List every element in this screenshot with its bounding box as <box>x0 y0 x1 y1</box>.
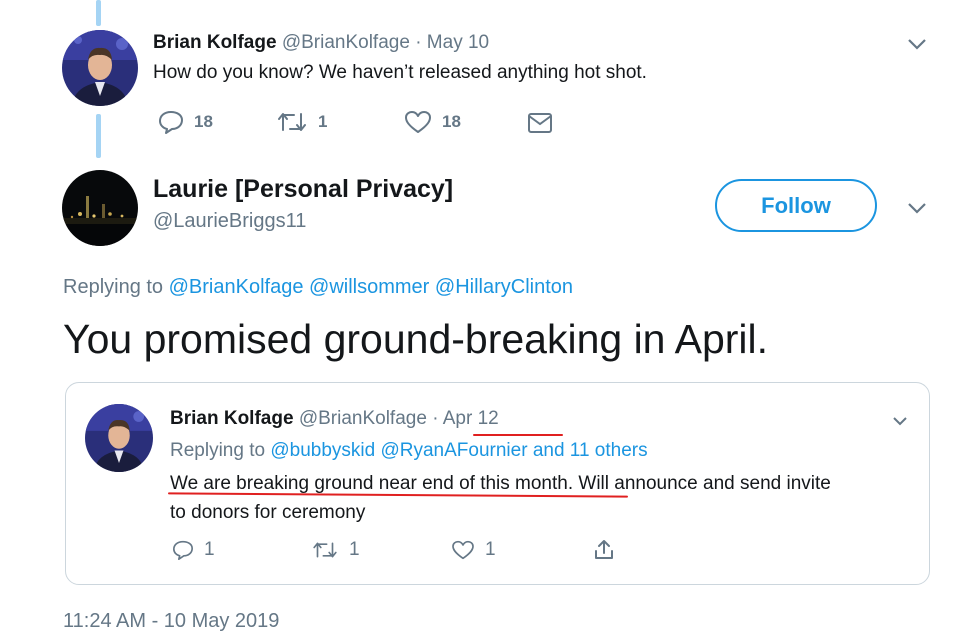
tweet1-retweet-button[interactable]: 1 <box>276 110 327 134</box>
tweet1-like-button[interactable]: 18 <box>404 110 461 134</box>
thread-connector-top <box>96 0 101 26</box>
heart-icon <box>452 540 474 560</box>
quoted-tweet-card[interactable]: Brian Kolfage @BrianKolfage · Apr 12 Rep… <box>65 382 930 585</box>
tweet1-date[interactable]: · May 10 <box>415 32 489 53</box>
quoted-header: Brian Kolfage @BrianKolfage · Apr 12 <box>170 408 499 430</box>
quoted-author-handle: @BrianKolfage <box>298 408 427 429</box>
quoted-date-separator: · <box>432 408 439 429</box>
tweet1-reply-count: 18 <box>194 112 213 131</box>
quoted-replying-to-label: Replying to <box>170 440 266 461</box>
envelope-icon <box>528 113 552 133</box>
reply-icon <box>159 111 183 134</box>
quoted-share-button[interactable] <box>593 538 615 560</box>
quoted-text-line2: to donors for ceremony <box>170 502 366 523</box>
quoted-text-underlined: We are breaking ground near end of this … <box>170 473 574 494</box>
quoted-replying-to: Replying to @bubbyskid @RyanAFournier an… <box>170 440 648 462</box>
thread-connector-bottom <box>96 114 101 158</box>
quoted-author-name: Brian Kolfage <box>170 408 294 429</box>
tweet1-more-chevron-icon[interactable] <box>907 37 927 55</box>
avatar-laurie[interactable] <box>62 170 138 246</box>
quoted-text-line1-rest: Will announce and send invite <box>573 473 831 494</box>
avatar-brian-kolfage[interactable] <box>62 30 138 106</box>
tweet2-author-handle[interactable]: @LaurieBriggs11 <box>153 210 306 233</box>
replying-to-label: Replying to <box>63 276 164 298</box>
tweet1-dm-button[interactable] <box>527 112 553 134</box>
quoted-retweet-count: 1 <box>349 539 360 560</box>
quoted-retweet-button[interactable]: 1 <box>311 539 360 561</box>
reply-icon <box>172 540 193 560</box>
tweet2-timestamp[interactable]: 11:24 AM - 10 May 2019 <box>63 610 279 633</box>
mention-others[interactable]: and 11 others <box>533 440 648 461</box>
tweet2-more-chevron-icon[interactable] <box>907 201 927 219</box>
quoted-like-count: 1 <box>485 539 496 560</box>
mention-willsommer[interactable]: @willsommer <box>309 276 429 298</box>
quoted-reply-count: 1 <box>204 539 215 560</box>
quoted-text: We are breaking ground near end of this … <box>170 469 920 527</box>
mention-ryanafournier[interactable]: @RyanAFournier <box>380 440 527 461</box>
tweet1-author-name[interactable]: Brian Kolfage <box>153 32 277 53</box>
tweet1-retweet-count: 1 <box>318 112 328 131</box>
tweet1-header: Brian Kolfage @BrianKolfage · May 10 <box>153 32 489 54</box>
mention-bubbyskid[interactable]: @bubbyskid <box>270 440 375 461</box>
tweet1-author-handle[interactable]: @BrianKolfage <box>282 32 410 53</box>
quoted-reply-button[interactable]: 1 <box>172 539 215 561</box>
retweet-icon <box>278 113 306 131</box>
mention-hillaryclinton[interactable]: @HillaryClinton <box>435 276 573 298</box>
tweet2-author-name[interactable]: Laurie [Personal Privacy] <box>153 175 453 204</box>
quoted-more-chevron-icon[interactable] <box>892 413 908 431</box>
tweet2-replying-to: Replying to @BrianKolfage @willsommer @H… <box>63 276 573 299</box>
tweet1-text: How do you know? We haven’t released any… <box>153 62 647 83</box>
quoted-avatar-brian-kolfage <box>85 404 153 472</box>
annotation-underline-date <box>473 434 563 436</box>
heart-icon <box>405 111 431 133</box>
mention-briankolfage[interactable]: @BrianKolfage <box>169 276 304 298</box>
quoted-like-button[interactable]: 1 <box>451 539 496 561</box>
tweet1-reply-button[interactable]: 18 <box>158 110 213 134</box>
retweet-icon <box>313 542 337 558</box>
follow-button[interactable]: Follow <box>715 179 877 232</box>
share-icon <box>595 540 613 559</box>
tweet1-like-count: 18 <box>442 112 461 131</box>
tweet2-text: You promised ground-breaking in April. <box>63 316 769 362</box>
quoted-date: Apr 12 <box>442 408 499 429</box>
